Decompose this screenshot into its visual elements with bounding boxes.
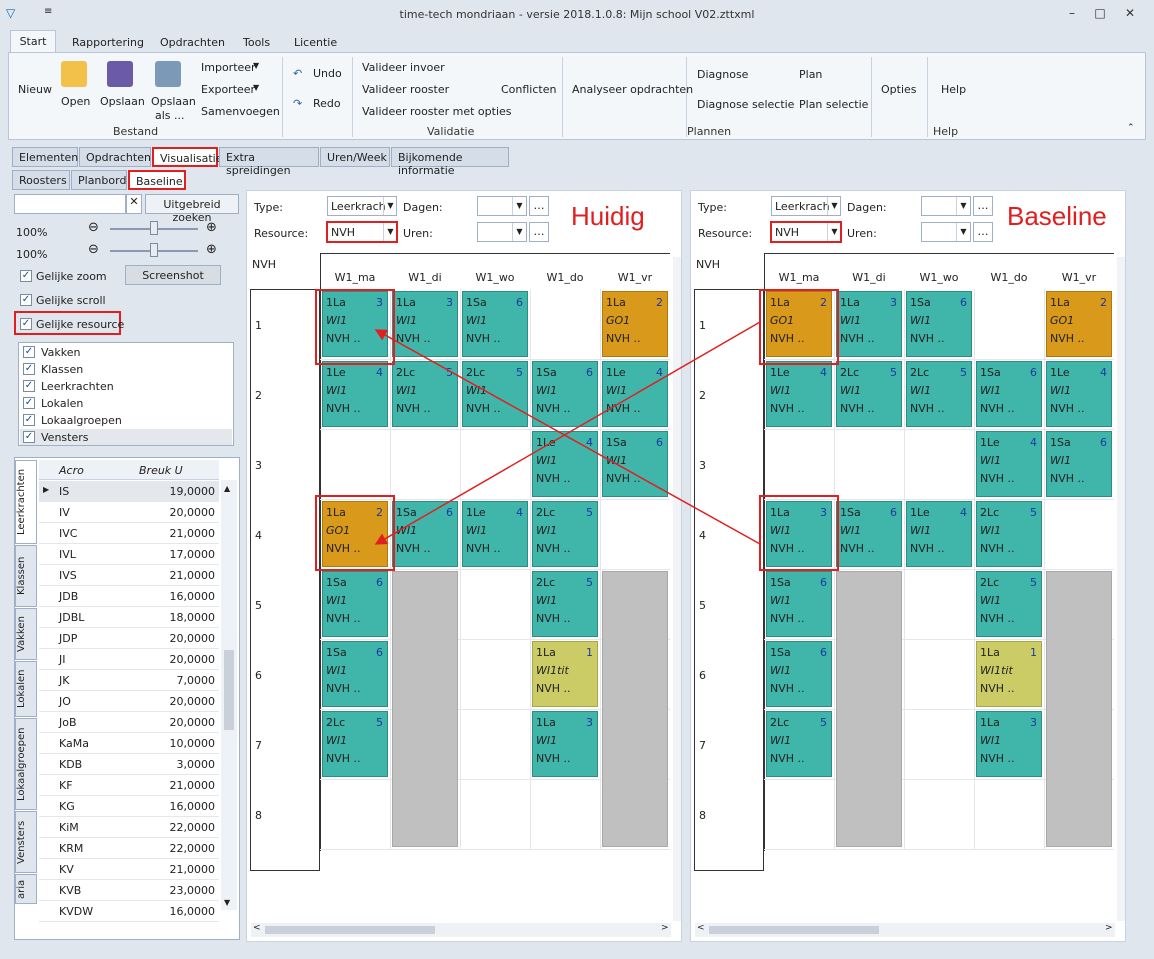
arrow-line [374, 321, 761, 545]
highlight-box [759, 495, 839, 571]
highlight-box [315, 289, 395, 365]
highlight-box [759, 289, 839, 365]
arrow-line [374, 329, 761, 545]
highlight-box [315, 495, 395, 571]
comparison-arrows [374, 321, 761, 545]
